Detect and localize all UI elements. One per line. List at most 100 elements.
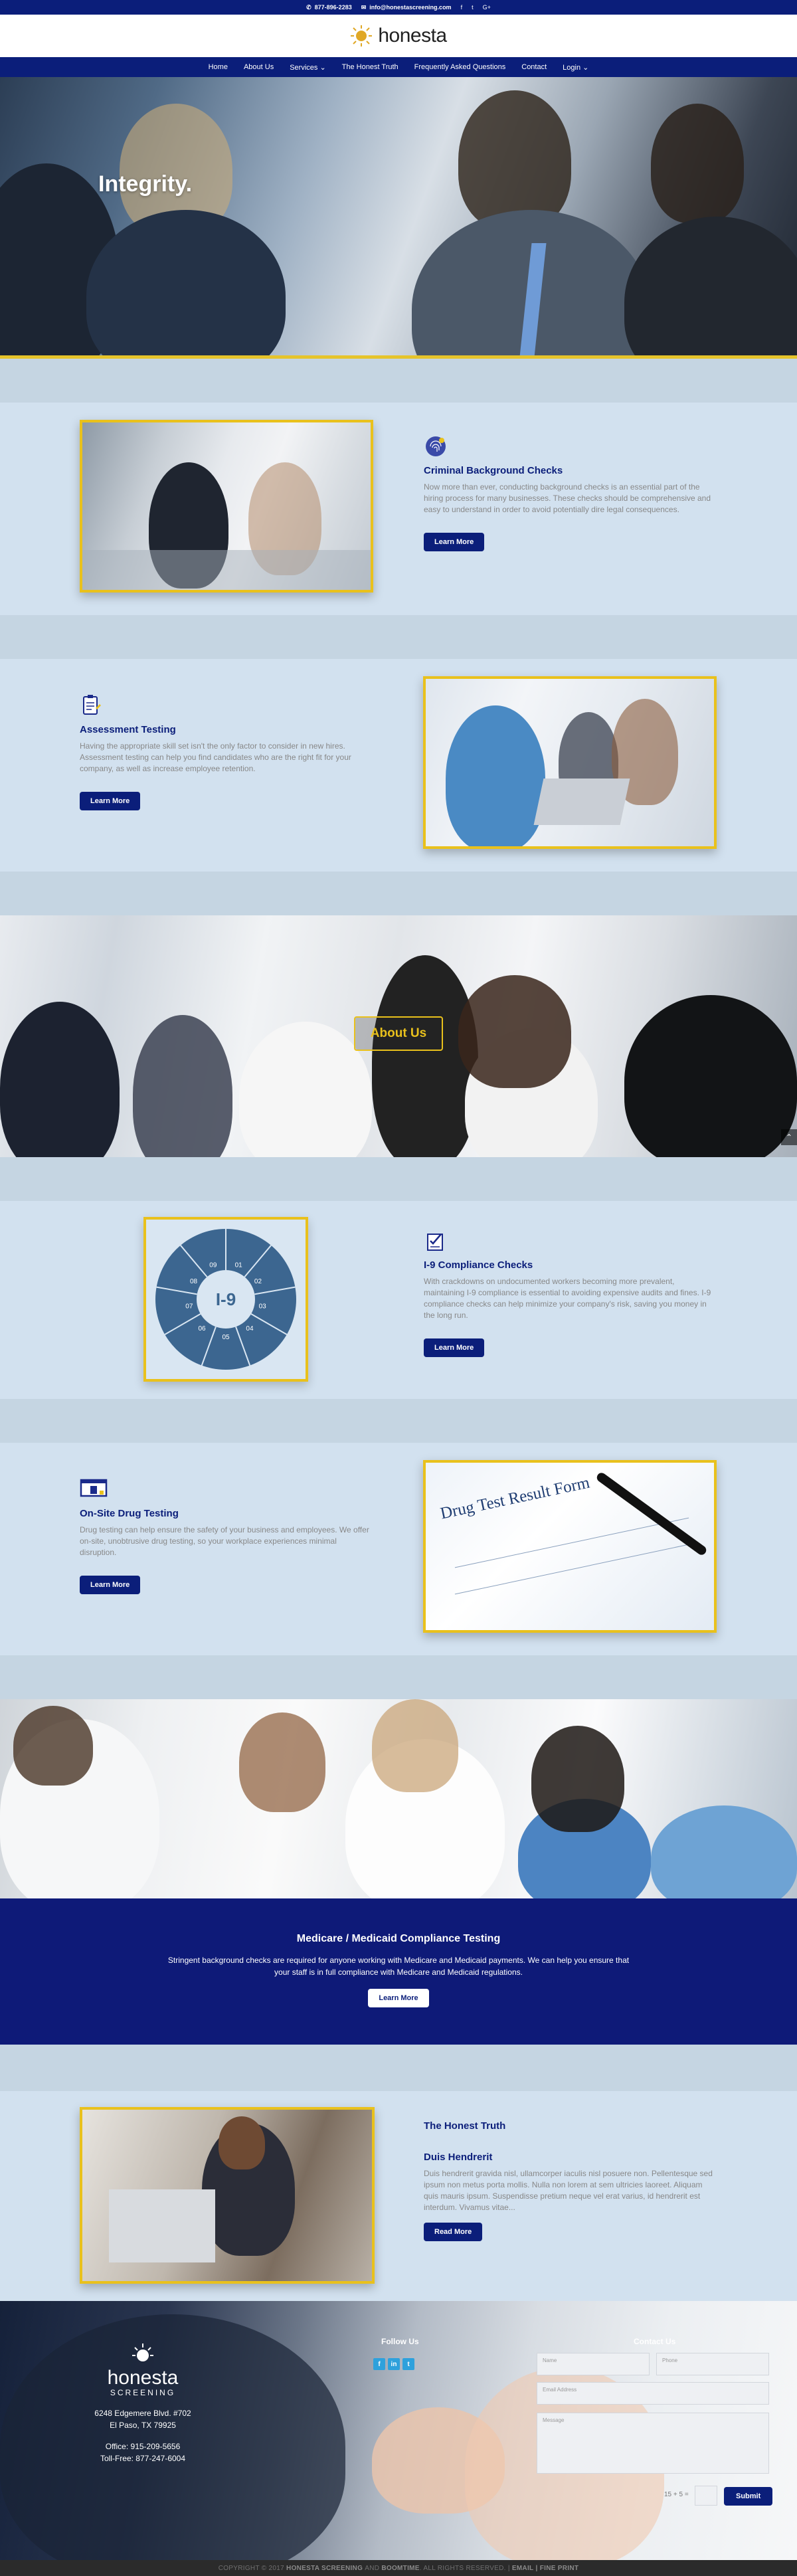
copyright-fine-print[interactable]: FINE PRINT (540, 2565, 579, 2572)
spacer-band (0, 872, 797, 915)
main-nav: Home About Us Services ⌄ The Honest Trut… (0, 57, 797, 77)
nav-item-services[interactable]: Services ⌄ (290, 63, 325, 72)
hero-title: Integrity. (98, 171, 193, 197)
site-footer: honesta SCREENING 6248 Edgemere Blvd. #7… (0, 2301, 797, 2560)
copyright-rights: . ALL RIGHTS RESERVED. | (419, 2564, 510, 2572)
captcha-input[interactable] (695, 2486, 717, 2506)
copyright-and: AND (365, 2564, 380, 2572)
nav-item-login[interactable]: Login ⌄ (563, 63, 588, 72)
address-line-1: 6248 Edgemere Blvd. #702 (94, 2409, 191, 2418)
drug-form-title: Drug Test Result Form (438, 1473, 592, 1523)
email-contact[interactable]: ✉ info@honestascreening.com (361, 4, 452, 11)
logo-text[interactable]: honesta (378, 25, 447, 47)
scroll-top-icon[interactable]: ⌃ (781, 1129, 797, 1145)
email-address[interactable]: info@honestascreening.com (369, 4, 451, 11)
contact-us-title: Contact Us (634, 2337, 676, 2346)
spacer-band (0, 615, 797, 659)
google-plus-icon[interactable]: G+ (483, 4, 491, 11)
blog-post-image (80, 2107, 375, 2284)
i9-segment-number: 05 (222, 1334, 230, 1341)
submit-button[interactable]: Submit (724, 2487, 773, 2506)
nav-item-home[interactable]: Home (209, 63, 228, 71)
team-laptop-image (423, 676, 717, 849)
assessment-desc: Having the appropriate skill set isn't t… (80, 741, 351, 773)
blog-post-title[interactable]: Duis Hendrerit (424, 2152, 716, 2163)
medicare-text: Stringent background checks are required… (167, 1956, 630, 1977)
sun-logo-icon (100, 2342, 186, 2367)
read-more-button[interactable]: Read More (424, 2223, 483, 2241)
assessment-text-block: Assessment Testing Having the appropriat… (80, 693, 372, 810)
footer-social: f in t (373, 2358, 414, 2370)
twitter-icon[interactable]: t (472, 4, 474, 11)
twitter-icon[interactable]: t (402, 2358, 414, 2370)
phone-contact[interactable]: ✆ 877-896-2283 (306, 4, 352, 11)
i9-learn-more-button[interactable]: Learn More (424, 1338, 485, 1357)
facebook-icon[interactable]: f (373, 2358, 385, 2370)
hero-banner: Integrity. (0, 77, 797, 359)
drug-title: On-Site Drug Testing (80, 1508, 179, 1519)
i9-segment-number: 04 (246, 1325, 254, 1333)
sun-logo-icon[interactable] (350, 25, 373, 47)
tollfree-phone[interactable]: Toll-Free: 877-247-6004 (73, 2452, 213, 2464)
criminal-learn-more-button[interactable]: Learn More (424, 533, 485, 551)
footer-logo-sub: SCREENING (110, 2388, 176, 2397)
site-header: honesta (0, 15, 797, 57)
top-bar: ✆ 877-896-2283 ✉ info@honestascreening.c… (0, 0, 797, 15)
office-phone[interactable]: Office: 915-209-5656 (73, 2440, 213, 2452)
i9-segment-number: 01 (235, 1261, 243, 1269)
footer-logo[interactable]: honesta SCREENING (100, 2342, 186, 2397)
section-i9-compliance: 01 02 03 04 05 06 07 08 09 I-9 I-9 Compliance Che… (0, 1201, 797, 1399)
i9-center-label: I-9 (216, 1289, 236, 1309)
assessment-title: Assessment Testing (80, 724, 176, 735)
spacer-band (0, 1399, 797, 1443)
spacer-band (0, 359, 797, 403)
copyright-bar: COPYRIGHT © 2017 HONESTA SCREENING AND B… (0, 2560, 797, 2576)
copyright-separator: | (535, 2564, 538, 2572)
assessment-learn-more-button[interactable]: Learn More (80, 792, 141, 810)
nav-item-faq[interactable]: Frequently Asked Questions (414, 63, 506, 71)
fingerprint-icon (424, 434, 448, 458)
phone-number[interactable]: 877-896-2283 (315, 4, 352, 11)
name-field[interactable]: Name (537, 2353, 650, 2375)
hero-gold-border (0, 355, 797, 359)
drug-form-image: Drug Test Result Form (423, 1460, 717, 1633)
linkedin-icon[interactable]: in (388, 2358, 400, 2370)
nav-item-honest-truth[interactable]: The Honest Truth (342, 63, 398, 71)
chevron-down-icon: ⌄ (582, 63, 589, 72)
footer-address: 6248 Edgemere Blvd. #702 El Paso, TX 799… (73, 2407, 213, 2464)
drug-learn-more-button[interactable]: Learn More (80, 1576, 141, 1594)
follow-us-title: Follow Us (381, 2337, 419, 2346)
footer-logo-text: honesta (107, 2367, 179, 2389)
nav-item-contact[interactable]: Contact (521, 63, 547, 71)
copyright-prefix: COPYRIGHT © 2017 (218, 2564, 284, 2572)
email-field[interactable]: Email Address (537, 2382, 769, 2405)
copyright-boomtime[interactable]: BOOMTIME (381, 2565, 419, 2572)
address-line-2: El Paso, TX 79925 (110, 2421, 176, 2430)
phone-icon: ✆ (306, 3, 311, 11)
phone-field[interactable]: Phone (656, 2353, 769, 2375)
spacer-band (0, 1157, 797, 1201)
envelope-icon: ✉ (361, 3, 367, 11)
laptop-icon (80, 1477, 108, 1501)
nav-item-login-label: Login (563, 63, 581, 72)
nav-item-about[interactable]: About Us (244, 63, 274, 71)
blog-section-title: The Honest Truth (424, 2120, 506, 2132)
message-field[interactable]: Message (537, 2413, 769, 2474)
i9-text-block: I-9 Compliance Checks With crackdowns on… (424, 1229, 716, 1357)
hero-photo (0, 77, 797, 359)
facebook-icon[interactable]: f (461, 4, 463, 11)
about-us-button[interactable]: About Us (354, 1016, 443, 1051)
criminal-text-block: Criminal Background Checks Now more than… (424, 434, 716, 551)
i9-segment-number: 06 (198, 1325, 206, 1333)
copyright-email-link[interactable]: EMAIL (512, 2565, 534, 2572)
section-drug-testing: On-Site Drug Testing Drug testing can he… (0, 1443, 797, 1655)
office-meeting-image (80, 420, 373, 593)
clipboard-icon (80, 693, 104, 717)
drug-text-block: On-Site Drug Testing Drug testing can he… (80, 1477, 372, 1594)
i9-segment-number: 03 (259, 1303, 267, 1311)
medicare-learn-more-button[interactable]: Learn More (368, 1989, 429, 2007)
medicare-section: Medicare / Medicaid Compliance Testing S… (0, 1898, 797, 2045)
copyright-company[interactable]: HONESTA SCREENING (286, 2565, 363, 2572)
section-assessment-testing: Assessment Testing Having the appropriat… (0, 659, 797, 872)
section-honest-truth: The Honest Truth Duis Hendrerit Duis hen… (0, 2091, 797, 2301)
